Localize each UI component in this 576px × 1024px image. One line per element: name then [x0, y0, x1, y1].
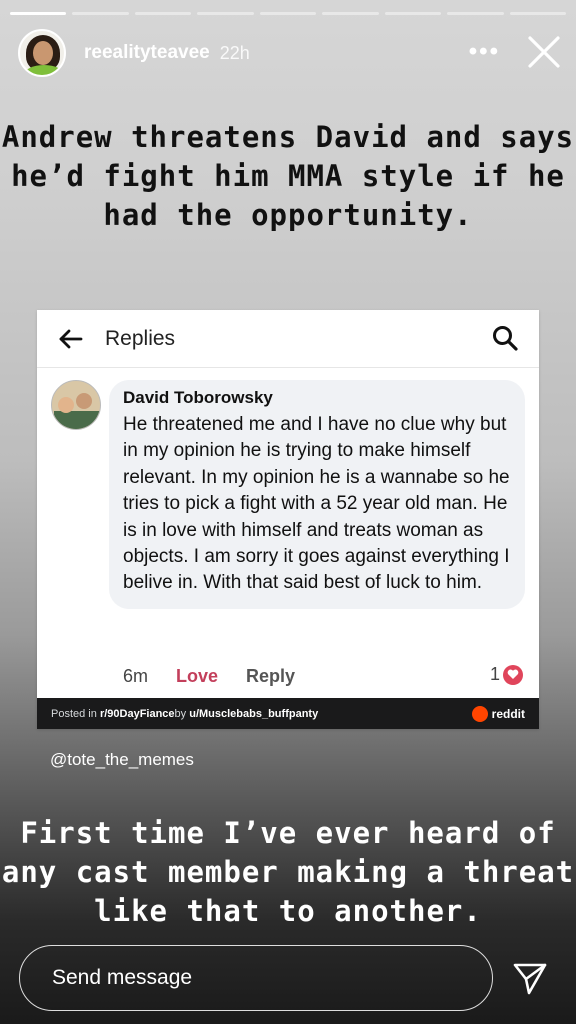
commenter-avatar — [51, 380, 101, 430]
progress-segment — [197, 12, 254, 15]
reddit-user: u/Musclebabs_buffpanty — [189, 707, 319, 720]
progress-segment — [384, 12, 442, 15]
mention-sticker[interactable]: @tote_the_memes — [50, 750, 194, 770]
progress-segment — [259, 12, 317, 15]
caption-top: Andrew threatens David and says he’d fig… — [1, 120, 575, 232]
caption-bottom: First time I’ve ever heard of any cast m… — [1, 816, 575, 928]
progress-segment — [509, 12, 566, 15]
reaction-count-value: 1 — [489, 664, 500, 684]
send-icon[interactable] — [512, 962, 548, 996]
close-icon[interactable] — [526, 34, 562, 70]
progress-segment — [322, 12, 379, 15]
replies-header: Replies — [37, 310, 539, 368]
progress-segment — [72, 12, 129, 15]
post-time: 22h — [219, 42, 250, 63]
progress-segment — [134, 12, 192, 15]
search-icon — [493, 326, 518, 351]
more-options-icon[interactable]: ••• — [469, 38, 500, 66]
by-text: by — [174, 707, 187, 720]
comment-author: David Toborowsky — [123, 388, 273, 407]
username[interactable]: reealityteavee — [84, 42, 210, 64]
progress-segment — [10, 12, 67, 15]
subreddit: r/90DayFiance — [99, 707, 175, 720]
back-arrow-icon — [59, 329, 83, 348]
story-progress — [10, 12, 566, 15]
reddit-logo: reddit — [471, 705, 525, 722]
send-message-input[interactable]: Send message — [19, 945, 493, 1011]
reddit-brand: reddit — [491, 706, 525, 721]
comment-actions: 6m Love Reply — [123, 666, 295, 687]
story-header: reealityteavee 22h ••• — [18, 28, 562, 78]
love-reaction: Love — [176, 666, 219, 686]
replies-title: Replies — [105, 326, 176, 350]
profile-avatar[interactable] — [18, 29, 66, 77]
comment-bubble: David Toborowsky He threatened me and I … — [109, 380, 525, 609]
heart-icon — [503, 664, 523, 685]
reddit-footer: Posted in r/90DayFiance by u/Musclebabs_… — [37, 698, 539, 729]
reddit-icon — [471, 705, 488, 722]
reddit-screenshot-card: Replies David Toborowsky He threatened m… — [37, 310, 539, 729]
comment-text: He threatened me and I have no clue why … — [123, 414, 510, 594]
posted-prefix: Posted in — [51, 707, 97, 720]
reaction-count: 1 — [490, 664, 523, 685]
send-message-placeholder: Send message — [52, 966, 193, 989]
reply-link: Reply — [246, 666, 296, 686]
progress-segment — [447, 12, 504, 15]
comment-age: 6m — [123, 666, 149, 686]
